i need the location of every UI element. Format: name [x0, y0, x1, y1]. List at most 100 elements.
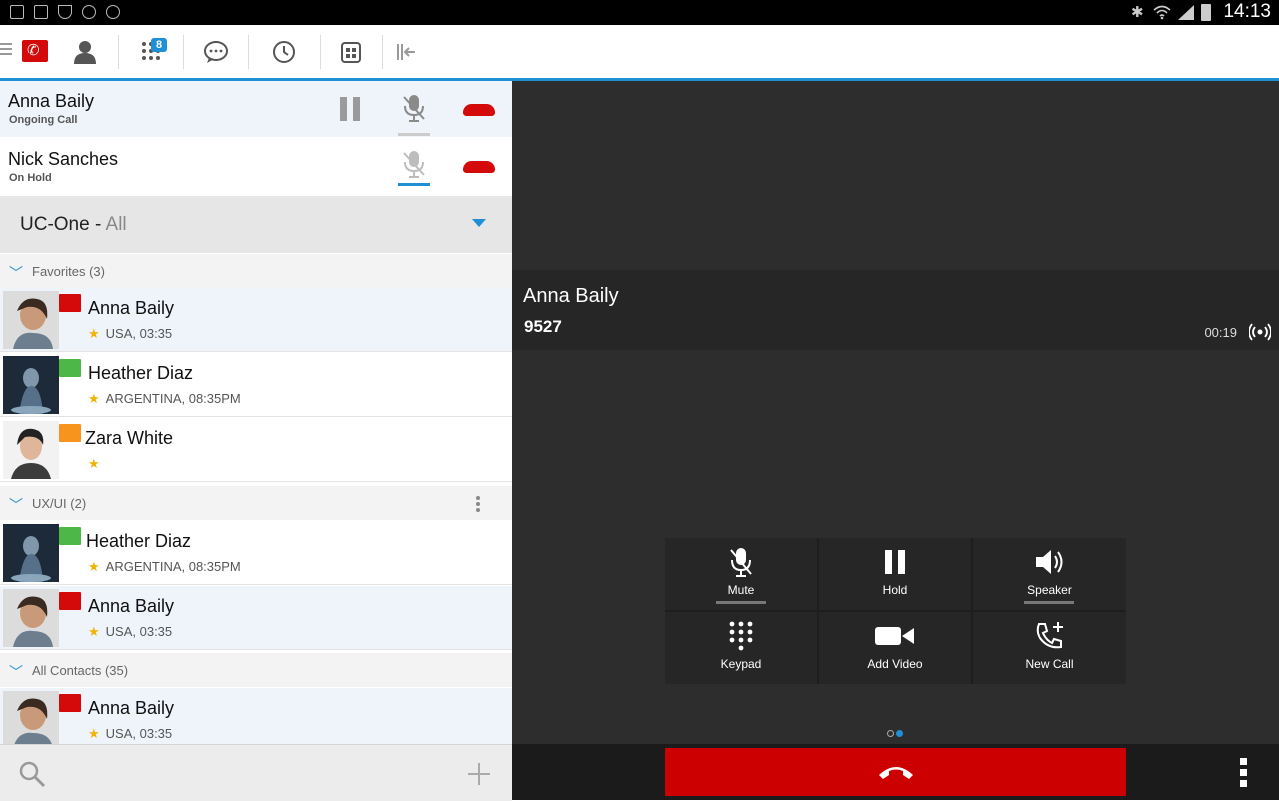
video-camera-icon	[875, 627, 914, 645]
speaker-icon	[1035, 550, 1062, 574]
contact-item[interactable]: Anna Baily ★ USA, 03:35	[0, 288, 512, 352]
add-icon[interactable]	[466, 761, 492, 787]
collapse-panel-icon	[397, 43, 415, 60]
speaker-button[interactable]: Speaker	[973, 538, 1126, 610]
mic-muted-icon	[730, 548, 752, 577]
hang-up-button[interactable]	[463, 104, 495, 116]
control-label: Hold	[882, 583, 908, 597]
contact-name: Anna Baily	[88, 596, 175, 616]
tab-dialpad[interactable]: 8	[119, 25, 183, 78]
chat-icon	[204, 40, 228, 63]
contact-icon	[74, 40, 96, 64]
chevron-down-icon: ﹀	[9, 265, 23, 281]
callee-name: Anna Baily	[523, 285, 619, 307]
chevron-down-icon: ﹀	[9, 664, 23, 680]
left-pane: Anna Baily Ongoing Call Nick Sanches On …	[0, 81, 512, 801]
contact-name: Anna Baily	[88, 698, 175, 718]
new-call-button[interactable]: New Call	[973, 612, 1126, 684]
voicemail-icon	[82, 5, 96, 19]
mute-call-button[interactable]: Mute	[665, 538, 817, 610]
call-name: Nick Sanches	[8, 149, 119, 169]
call-row-on-hold[interactable]: Nick Sanches On Hold	[0, 139, 512, 195]
page-dot-active[interactable]	[896, 730, 903, 737]
contact-location-text: USA, 03:35	[105, 624, 173, 639]
tab-directory[interactable]	[321, 25, 381, 78]
mic-muted-icon	[403, 95, 425, 122]
notification-icon	[10, 5, 24, 19]
presence-flag-icon	[59, 694, 81, 712]
directory-icon	[341, 41, 361, 63]
call-pane: Anna Baily 9527 00:19 Mute Hold Speaker …	[512, 81, 1279, 800]
contact-item[interactable]: Anna Baily ★ USA, 03:35	[0, 688, 512, 744]
control-label: New Call	[1025, 657, 1074, 671]
group-label: Favorites (3)	[32, 264, 105, 279]
source-label: UC-One - All	[20, 214, 127, 236]
add-video-button[interactable]: Add Video	[819, 612, 971, 684]
contact-location: ★	[88, 456, 106, 472]
source-selector[interactable]: UC-One - All	[0, 196, 512, 253]
callee-number: 9527	[524, 317, 562, 336]
group-header-all-contacts[interactable]: ﹀ All Contacts (35)	[0, 653, 512, 687]
tab-collapse[interactable]	[383, 25, 429, 78]
contact-name: Heather Diaz	[88, 363, 194, 383]
presence-flag-icon	[59, 294, 81, 312]
hold-button[interactable]	[340, 97, 362, 121]
end-call-button[interactable]	[665, 748, 1126, 796]
hold-call-button[interactable]: Hold	[819, 538, 971, 610]
contact-location-text: ARGENTINA, 08:35PM	[105, 559, 241, 574]
presence-flag-icon	[59, 359, 81, 377]
pause-icon	[885, 550, 905, 574]
control-label: Keypad	[720, 657, 762, 671]
hang-up-icon	[879, 767, 913, 779]
call-status: On Hold	[9, 172, 52, 184]
contact-location-text: USA, 03:35	[105, 326, 173, 341]
hang-up-button[interactable]	[463, 161, 495, 173]
call-info-bar: Anna Baily 9527 00:19	[512, 270, 1279, 350]
page-dot[interactable]	[887, 730, 894, 737]
contact-item[interactable]: Zara White ★	[0, 418, 512, 482]
contact-location: ★ USA, 03:35	[88, 624, 172, 640]
tab-contacts[interactable]	[52, 25, 118, 81]
tab-chat[interactable]	[184, 25, 248, 78]
more-options-icon[interactable]	[475, 495, 481, 513]
contact-location: ★ USA, 03:35	[88, 326, 172, 342]
source-name: UC-One -	[20, 214, 106, 235]
contact-item[interactable]: Anna Baily ★ USA, 03:35	[0, 586, 512, 650]
presence-flag-icon	[59, 527, 81, 545]
tab-history[interactable]	[249, 25, 319, 78]
signal-quality-icon	[1249, 323, 1271, 341]
contact-item[interactable]: Heather Diaz ★ ARGENTINA, 08:35PM	[0, 521, 512, 585]
presence-flag-icon	[59, 424, 81, 442]
contact-name: Heather Diaz	[86, 531, 192, 551]
status-bar: ✱ 14:13	[0, 0, 1279, 25]
speaker-indicator	[1024, 601, 1074, 604]
bluetooth-icon: ✱	[1131, 4, 1144, 21]
call-timer: 00:19	[1204, 325, 1237, 340]
call-name: Anna Baily	[8, 91, 95, 111]
battery-icon	[1201, 4, 1211, 21]
avatar	[3, 589, 59, 647]
favorite-star-icon: ★	[88, 624, 100, 639]
keypad-button[interactable]: Keypad	[665, 612, 817, 684]
mute-button[interactable]	[398, 93, 430, 136]
mute-button[interactable]	[398, 149, 430, 186]
avatar	[3, 421, 59, 479]
menu-icon[interactable]	[0, 43, 12, 57]
presence-flag-icon	[59, 592, 81, 610]
app-logo-icon: ✆	[22, 40, 48, 62]
app-bar: ✆ 8	[0, 25, 1279, 81]
group-header-favorites[interactable]: ﹀ Favorites (3)	[0, 254, 512, 288]
favorite-star-icon: ★	[88, 726, 100, 741]
mute-indicator	[716, 601, 766, 604]
search-icon[interactable]	[18, 760, 46, 788]
call-row-ongoing[interactable]: Anna Baily Ongoing Call	[0, 81, 512, 139]
contact-location: ★ ARGENTINA, 08:35PM	[88, 559, 241, 575]
group-header-uxui[interactable]: ﹀ UX/UI (2)	[0, 486, 512, 520]
compass-icon	[106, 5, 120, 19]
favorite-star-icon: ★	[88, 326, 100, 341]
contact-location: ★ ARGENTINA, 08:35PM	[88, 391, 241, 407]
more-options-icon[interactable]	[1239, 757, 1249, 789]
contact-item[interactable]: Heather Diaz ★ ARGENTINA, 08:35PM	[0, 353, 512, 417]
contact-location-text: ARGENTINA, 08:35PM	[105, 391, 241, 406]
chevron-down-icon: ﹀	[9, 497, 23, 513]
